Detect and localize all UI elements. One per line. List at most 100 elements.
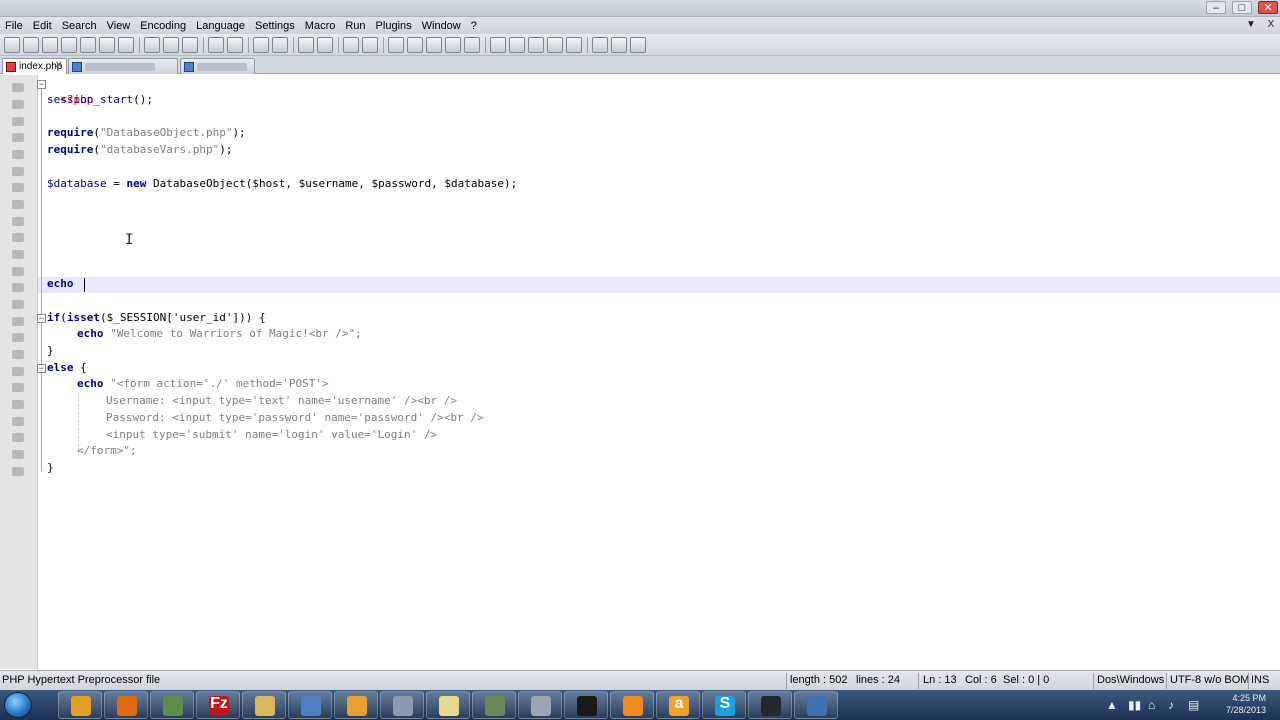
taskbar-steam-button[interactable] (748, 691, 792, 719)
network-icon[interactable]: ♪ (1168, 698, 1174, 712)
tab-close-icon[interactable]: ✕ (55, 60, 63, 71)
fold-toggle-icon[interactable]: − (37, 80, 46, 89)
taskbar-console-button[interactable] (564, 691, 608, 719)
paste-icon[interactable] (182, 36, 198, 53)
open-file-icon[interactable] (23, 36, 39, 53)
stop-macro-icon[interactable] (509, 36, 525, 53)
line-number (12, 317, 24, 326)
menu-help[interactable]: ? (466, 20, 482, 32)
menu-settings[interactable]: Settings (250, 20, 300, 32)
menu-plugins[interactable]: Plugins (371, 20, 417, 32)
app-icon (807, 696, 827, 716)
save-all-icon[interactable] (61, 36, 77, 53)
zoom-out-icon[interactable] (317, 36, 333, 53)
word-wrap-icon[interactable] (388, 36, 404, 53)
code-line-18: else { (47, 361, 87, 374)
menu-window[interactable]: Window (417, 20, 466, 32)
taskbar-chrome-button[interactable] (58, 691, 102, 719)
line-number-gutter[interactable] (0, 75, 38, 669)
taskbar-outlook-button[interactable] (334, 691, 378, 719)
toolbar-separator (587, 36, 588, 53)
tab-file-2[interactable] (68, 58, 178, 74)
code-line-24: } (47, 461, 54, 474)
line-number (12, 117, 24, 126)
menu-run[interactable]: Run (340, 20, 370, 32)
taskbar-media-button[interactable] (518, 691, 562, 719)
clock-time: 4:25 PM (1232, 693, 1266, 703)
tray-expand-icon[interactable]: ▲ (1106, 698, 1118, 712)
taskbar-vlc-button[interactable] (610, 691, 654, 719)
close-all-icon[interactable] (99, 36, 115, 53)
status-file-type: PHP Hypertext Preprocessor file (2, 674, 161, 686)
tray-app-icon[interactable]: ▮▮ (1128, 698, 1141, 712)
outlook-icon (347, 696, 367, 716)
code-line-5: require("databaseVars.php"); (47, 143, 233, 156)
taskbar-firefox-button[interactable] (104, 691, 148, 719)
code-line-4: require("DatabaseObject.php"); (47, 126, 246, 139)
gimp-icon (485, 696, 505, 716)
function-list-icon[interactable] (464, 36, 480, 53)
taskbar-gimp-button[interactable] (472, 691, 516, 719)
taskbar-app-button[interactable] (794, 691, 838, 719)
redo-icon[interactable] (227, 36, 243, 53)
close-icon[interactable] (80, 36, 96, 53)
line-number (12, 300, 24, 309)
menu-file[interactable]: File (0, 20, 28, 32)
taskbar-explorer-button[interactable] (242, 691, 286, 719)
spell-check-icon[interactable] (592, 36, 608, 53)
save-icon[interactable] (42, 36, 58, 53)
cut-icon[interactable] (144, 36, 160, 53)
print-icon[interactable] (118, 36, 134, 53)
taskbar-tool-button[interactable] (380, 691, 424, 719)
maximize-button[interactable]: □ (1232, 1, 1252, 14)
action-center-icon[interactable]: ⌂ (1148, 698, 1155, 712)
minimize-button[interactable]: – (1206, 1, 1226, 14)
user-language-icon[interactable] (445, 36, 461, 53)
firefox-icon (117, 696, 137, 716)
sync-horizontal-icon[interactable] (362, 36, 378, 53)
menu-search[interactable]: Search (57, 20, 102, 32)
tab-index-php[interactable]: index.php ✕ (2, 58, 67, 74)
menu-edit[interactable]: Edit (28, 20, 57, 32)
menu-macro[interactable]: Macro (300, 20, 341, 32)
replace-icon[interactable] (272, 36, 288, 53)
zoom-in-icon[interactable] (298, 36, 314, 53)
code-line-15: if(isset($_SESSION['user_id'])) { (47, 311, 266, 324)
fold-toggle-icon[interactable]: − (37, 314, 46, 323)
start-button[interactable] (4, 692, 32, 718)
undo-icon[interactable] (208, 36, 224, 53)
taskbar-amazon-button[interactable]: a (656, 691, 700, 719)
sync-vertical-icon[interactable] (343, 36, 359, 53)
taskbar-skype-button[interactable]: S (702, 691, 746, 719)
code-editor[interactable] (38, 75, 1280, 669)
menu-bar: File Edit Search View Encoding Language … (0, 17, 1280, 34)
plugin-icon[interactable] (611, 36, 627, 53)
menu-view[interactable]: View (102, 20, 136, 32)
menu-encoding[interactable]: Encoding (135, 20, 191, 32)
taskbar-photos-button[interactable] (150, 691, 194, 719)
close-button[interactable]: ✕ (1258, 1, 1278, 14)
taskbar-notes-button[interactable] (426, 691, 470, 719)
new-file-icon[interactable] (4, 36, 20, 53)
toolbar-separator (203, 36, 204, 53)
play-macro-icon[interactable] (528, 36, 544, 53)
close-document-icon[interactable]: X (1264, 19, 1278, 32)
show-all-chars-icon[interactable] (407, 36, 423, 53)
taskbar-filezilla-button[interactable]: Fz (196, 691, 240, 719)
taskbar-network-button[interactable] (288, 691, 332, 719)
find-icon[interactable] (253, 36, 269, 53)
volume-icon[interactable]: ▤ (1188, 698, 1199, 712)
record-macro-icon[interactable] (490, 36, 506, 53)
indent-guide-icon[interactable] (426, 36, 442, 53)
menu-language[interactable]: Language (191, 20, 250, 32)
play-macro-multiple-icon[interactable] (547, 36, 563, 53)
copy-icon[interactable] (163, 36, 179, 53)
plugin-options-icon[interactable] (630, 36, 646, 53)
system-tray: ▲ ▮▮ ⌂ ♪ ▤ 4:25 PM 7/28/2013 (1100, 690, 1280, 720)
fold-toggle-icon[interactable]: − (37, 364, 46, 373)
dropdown-icon[interactable]: ▼ (1244, 19, 1258, 32)
clock[interactable]: 4:25 PM 7/28/2013 (1226, 692, 1266, 716)
save-macro-icon[interactable] (566, 36, 582, 53)
tab-file-3[interactable] (180, 58, 255, 74)
window-controls: – □ ✕ (1206, 1, 1278, 14)
